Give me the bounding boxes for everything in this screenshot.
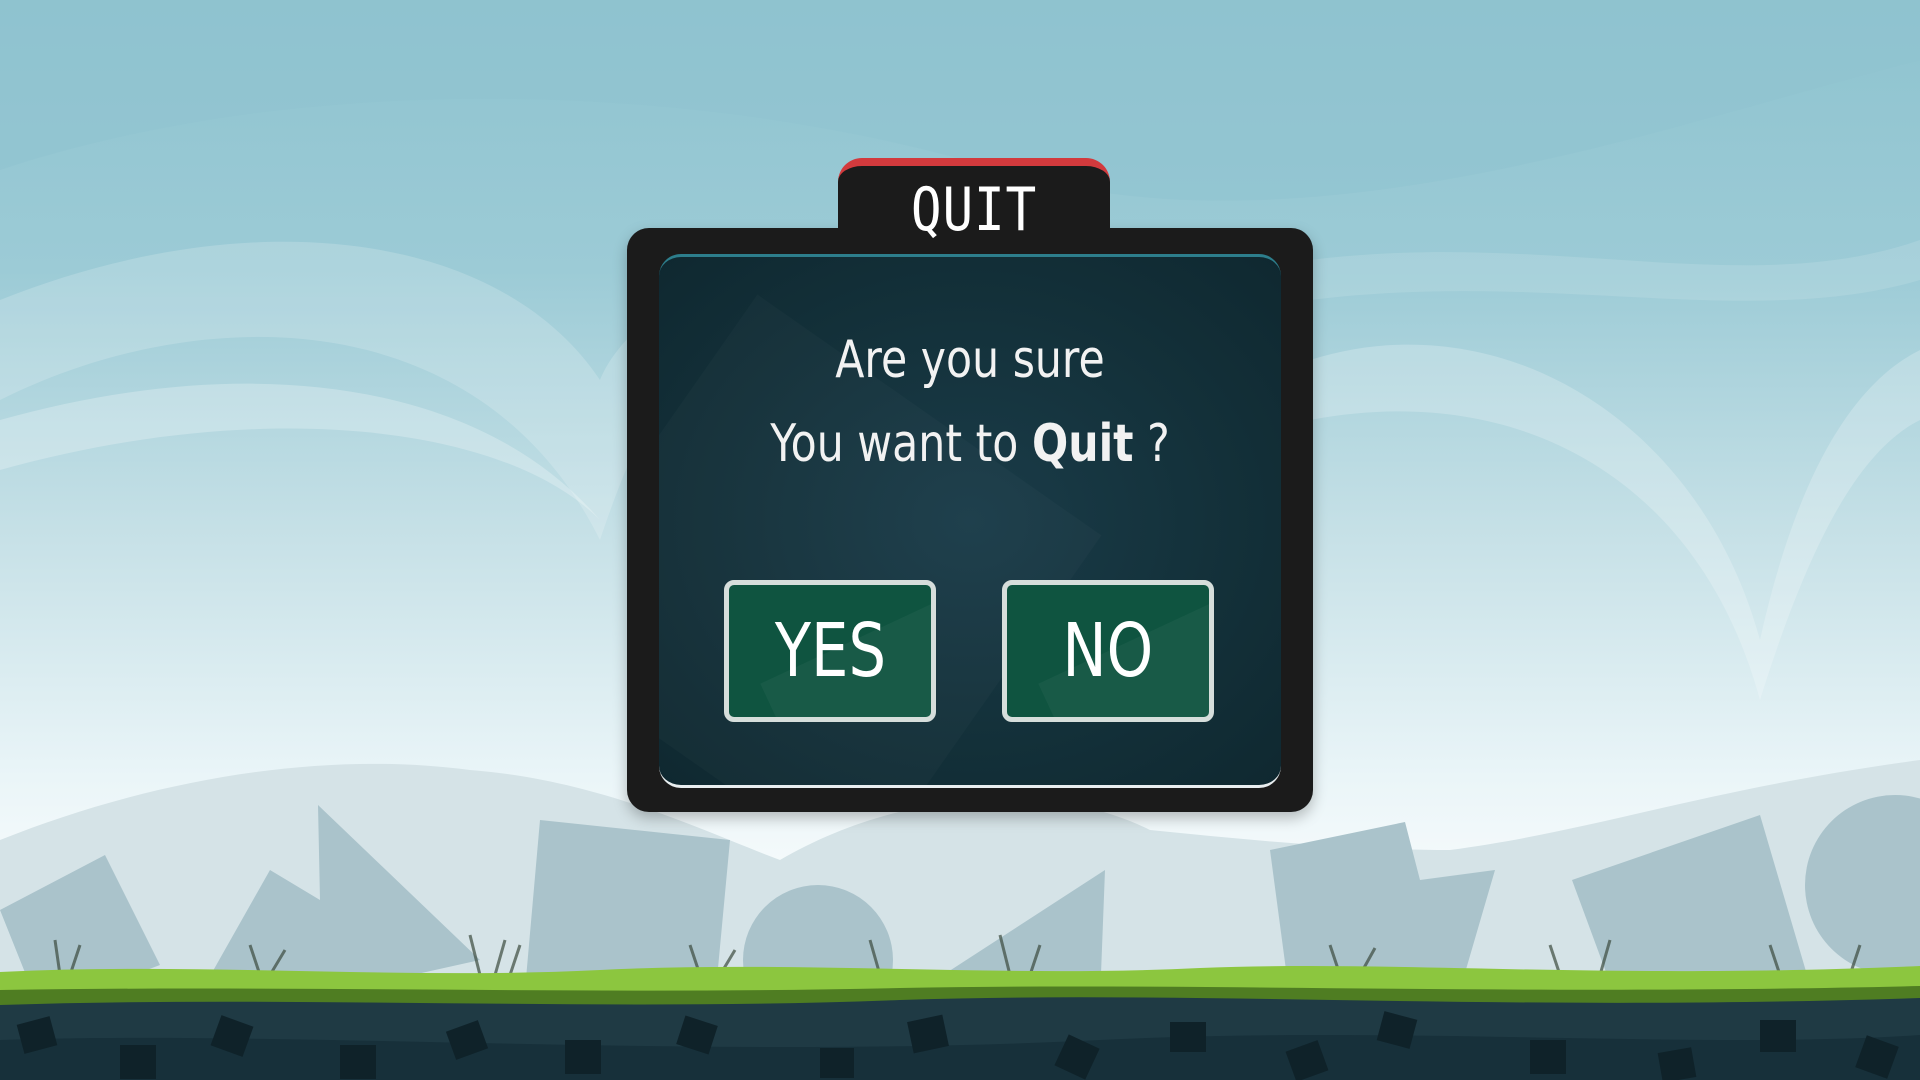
message-line-2-suffix: ?: [1133, 414, 1170, 474]
yes-button[interactable]: YES: [724, 580, 936, 722]
message-line-1: Are you sure: [835, 330, 1105, 390]
no-button[interactable]: NO: [1002, 580, 1214, 722]
confirm-message: Are you sure You want to Quit ?: [715, 318, 1225, 488]
message-emphasis: Quit: [1031, 414, 1134, 474]
dialog-title: QUIT: [910, 175, 1038, 245]
no-button-label: NO: [1062, 608, 1154, 694]
yes-button-label: YES: [774, 608, 886, 694]
message-line-2-prefix: You want to: [770, 414, 1032, 474]
message-line-2: You want to Quit ?: [715, 402, 1225, 486]
